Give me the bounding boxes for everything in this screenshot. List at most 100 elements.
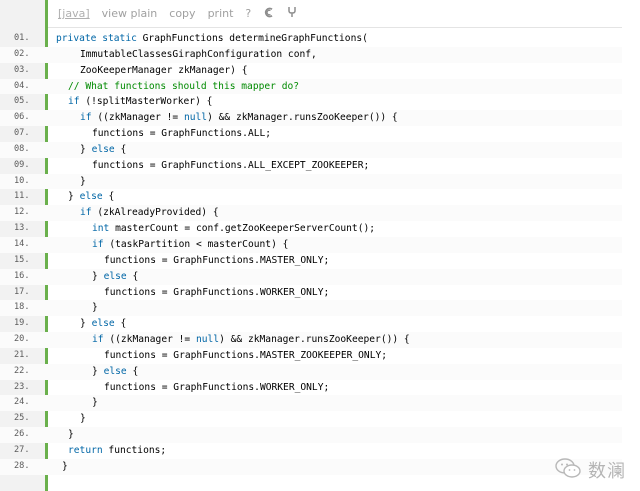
keyword-token: static — [96, 33, 137, 44]
code-line: 04. // What functions should this mapper … — [0, 78, 622, 95]
line-number: 24. — [14, 397, 30, 408]
code-text: functions = GraphFunctions.WORKER_ONLY; — [104, 285, 329, 301]
line-number: 11. — [14, 191, 30, 202]
line-number: 23. — [14, 381, 30, 392]
line-number: 01. — [14, 33, 30, 43]
copy-link[interactable]: copy — [169, 7, 195, 20]
code-token: ((zkManager != — [103, 334, 196, 346]
code-text: } else { — [80, 316, 126, 332]
code-token: { — [114, 143, 127, 155]
code-line: 28.} — [0, 458, 622, 475]
code-token: functions; — [102, 444, 167, 456]
code-line: 03. ZooKeeperManager zkManager) { — [0, 63, 622, 79]
code-line: 12. if (zkAlreadyProvided) { — [0, 205, 622, 222]
code-token: ZooKeeperManager zkManager) { — [80, 64, 248, 76]
code-line: 13. int masterCount = conf.getZooKeeperSe… — [0, 221, 622, 237]
keyword-token: else — [91, 143, 115, 155]
code-token: (zkAlreadyProvided) { — [91, 207, 219, 219]
line-number: 21. — [14, 349, 30, 360]
code-line: 23. functions = GraphFunctions.WORKER_ONL… — [0, 380, 622, 396]
code-text: ZooKeeperManager zkManager) { — [80, 63, 248, 79]
fork-icon[interactable] — [287, 6, 297, 21]
code-text: functions = GraphFunctions.ALL_EXCEPT_ZO… — [92, 158, 369, 174]
code-token: functions = GraphFunctions.MASTER_ONLY; — [104, 254, 330, 266]
code-text: } else { — [92, 269, 138, 285]
code-line: 21. functions = GraphFunctions.MASTER_ZOO… — [0, 348, 622, 364]
code-text: if (!splitMasterWorker) { — [68, 94, 212, 110]
code-line: 26.} — [0, 427, 622, 443]
line-number: 04. — [14, 80, 30, 91]
line-number: 06. — [14, 112, 30, 123]
code-text: functions = GraphFunctions.ALL; — [92, 126, 271, 142]
code-text: int masterCount = conf.getZooKeeperServe… — [92, 221, 375, 237]
keyword-token: else — [103, 270, 127, 282]
view-plain-link[interactable]: view plain — [102, 7, 158, 20]
line-number: 25. — [14, 413, 30, 424]
language-label[interactable]: [java] — [58, 7, 90, 20]
code-text: private static GraphFunctions determineG… — [56, 31, 368, 47]
line-number: 14. — [14, 238, 30, 249]
line-number: 10. — [14, 175, 30, 186]
code-line: 22.} else { — [0, 363, 622, 380]
code-text: functions = GraphFunctions.WORKER_ONLY; — [104, 380, 329, 396]
code-token: } — [92, 397, 98, 409]
code-text: } else { — [80, 142, 126, 158]
code-token: ((zkManager != — [91, 112, 184, 124]
line-number: 08. — [14, 143, 30, 154]
code-block: 01. private static GraphFunctions determi… — [0, 31, 622, 475]
code-token: (taskPartition < masterCount) { — [103, 238, 289, 250]
code-line: 07. functions = GraphFunctions.ALL; — [0, 126, 622, 142]
watermark: 数澜 — [554, 457, 626, 483]
code-token: } — [80, 175, 86, 187]
code-text: functions = GraphFunctions.MASTER_ZOOKEE… — [104, 348, 387, 364]
comment-token: // What functions should this mapper do? — [68, 80, 300, 92]
code-text: if ((zkManager != null) && zkManager.run… — [92, 332, 410, 348]
code-line: 24.} — [0, 395, 622, 412]
code-text: ImmutableClassesGiraphConfiguration conf… — [80, 47, 317, 63]
code-token: ) && zkManager.runsZooKeeper()) { — [219, 334, 410, 346]
code-token: ImmutableClassesGiraphConfiguration conf… — [80, 48, 317, 60]
keyword-token: if — [80, 112, 92, 124]
code-text: } — [92, 300, 98, 316]
line-number: 07. — [14, 128, 30, 139]
code-text: } — [80, 411, 86, 427]
code-text: } — [92, 395, 98, 411]
keyword-token: null — [183, 112, 208, 124]
code-token: { — [102, 191, 115, 203]
wechat-icon — [554, 457, 582, 483]
line-number: 12. — [14, 207, 30, 218]
code-token: functions = GraphFunctions.WORKER_ONLY; — [104, 381, 330, 393]
keyword-token: if — [68, 96, 80, 108]
codeview-c-icon[interactable] — [263, 7, 275, 21]
code-line: 05. if (!splitMasterWorker) { — [0, 94, 622, 110]
line-number: 15. — [14, 254, 30, 265]
code-viewer: [java] view plain copy print ? 01. privat… — [0, 0, 640, 491]
help-link[interactable]: ? — [245, 7, 251, 20]
code-token: } — [92, 270, 104, 282]
keyword-token: else — [103, 365, 127, 377]
code-line: 25.} — [0, 411, 622, 427]
line-number: 18. — [14, 302, 30, 313]
code-line: 11.} else { — [0, 189, 622, 205]
print-link[interactable]: print — [208, 7, 234, 20]
line-number: 19. — [14, 318, 30, 329]
code-token: functions = GraphFunctions.WORKER_ONLY; — [104, 286, 330, 298]
keyword-token: if — [92, 334, 104, 346]
code-line: 01. private static GraphFunctions determi… — [0, 31, 622, 47]
keyword-token: int — [92, 223, 110, 235]
line-number: 22. — [14, 365, 30, 376]
code-text: if (zkAlreadyProvided) { — [80, 205, 219, 221]
code-text: functions = GraphFunctions.MASTER_ONLY; — [104, 253, 329, 269]
code-token: } — [80, 413, 86, 425]
code-token: { — [126, 270, 139, 282]
code-token: } — [62, 460, 68, 472]
code-text: if (taskPartition < masterCount) { — [92, 237, 288, 253]
code-text: } — [62, 459, 68, 475]
keyword-token: else — [91, 318, 115, 330]
code-line: 16.} else { — [0, 268, 622, 285]
line-number: 05. — [14, 96, 30, 107]
line-number: 03. — [14, 64, 30, 75]
code-toolbar: [java] view plain copy print ? — [48, 0, 622, 28]
code-line: 09. functions = GraphFunctions.ALL_EXCEPT… — [0, 158, 622, 174]
line-number: 26. — [14, 429, 30, 440]
